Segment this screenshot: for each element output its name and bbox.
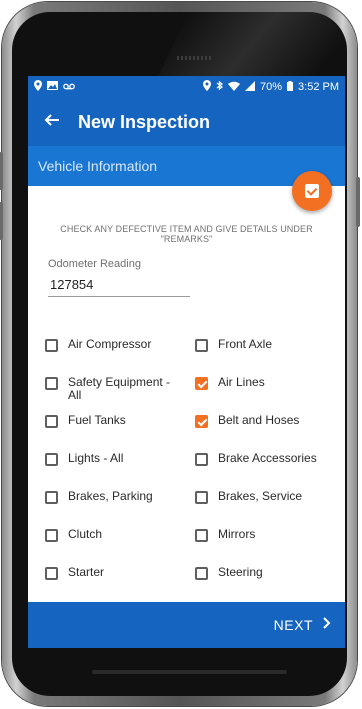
checklist-row: Lights - All Brake Accessories (45, 452, 340, 490)
location-icon (203, 80, 211, 94)
checklist-item-label: Lights - All (68, 451, 124, 465)
clock: 3:52 PM (298, 81, 339, 93)
checklist-row: Fuel Tanks Belt and Hoses (45, 414, 340, 452)
checklist-item[interactable]: Lights - All (45, 452, 186, 466)
next-label: NEXT (273, 617, 313, 633)
checklist-item[interactable]: Belt and Hoses (195, 414, 336, 428)
next-button[interactable]: NEXT (274, 616, 331, 634)
checklist-item-label: Brakes, Service (218, 489, 303, 503)
checkbox-checked[interactable] (195, 415, 208, 428)
checkbox-unchecked[interactable] (195, 453, 208, 466)
arrow-left-icon (44, 111, 60, 134)
battery-level: 70% (260, 81, 283, 93)
checklist-item-label: Fuel Tanks (68, 413, 126, 427)
checklist-item-label: Air Compressor (68, 337, 152, 351)
checkbox-unchecked[interactable] (195, 529, 208, 542)
checklist-row: Brakes, Parking Brakes, Service (45, 490, 340, 528)
checklist-item-label: Front Axle (218, 337, 273, 351)
checklist-item-label: Brakes, Parking (68, 489, 153, 503)
checklist-item[interactable]: Brakes, Service (195, 490, 336, 504)
checklist-item[interactable]: Mirrors (195, 528, 336, 542)
checklist-row: Air Compressor Front Axle (45, 338, 340, 376)
checklist-item-label: Starter (68, 565, 105, 579)
odometer-label: Odometer Reading (48, 258, 141, 270)
checklist-item[interactable]: Clutch (45, 528, 186, 542)
voicemail-icon (63, 82, 75, 93)
checkbox-unchecked[interactable] (45, 567, 58, 580)
checklist-item-label: Steering (218, 565, 263, 579)
checkbox-unchecked[interactable] (45, 415, 58, 428)
checklist-item[interactable]: Fuel Tanks (45, 414, 186, 428)
checklist-item-label: Air Lines (218, 375, 265, 389)
checklist-item-label: Brake Accessories (218, 451, 317, 465)
checkbox-unchecked[interactable] (195, 491, 208, 504)
image-icon (47, 81, 58, 93)
checkbox-unchecked[interactable] (195, 567, 208, 580)
back-button[interactable] (32, 102, 72, 142)
checklist-row: Starter Steering (45, 566, 340, 604)
page-title: New Inspection (78, 111, 211, 132)
home-indicator (92, 670, 287, 674)
checklist-item-label: Belt and Hoses (218, 413, 300, 427)
checkbox-checked[interactable] (195, 377, 208, 390)
defect-checklist: Air Compressor Front Axle Safety Equipment… (45, 338, 340, 604)
checkbox-unchecked[interactable] (195, 339, 208, 352)
checklist-item-label: Clutch (68, 527, 103, 541)
chevron-right-icon (323, 616, 331, 634)
volume-down-button (0, 202, 3, 240)
status-bar: 70% 3:52 PM (28, 76, 345, 98)
checklist-item[interactable]: Starter (45, 566, 186, 580)
volume-up-button (0, 152, 3, 190)
checklist-item[interactable]: Front Axle (195, 338, 336, 352)
checklist-row: Safety Equipment - All Air Lines (45, 376, 340, 414)
speaker-grille (177, 56, 213, 60)
power-button (356, 177, 360, 227)
checklist-item[interactable]: Steering (195, 566, 336, 580)
footer-bar: NEXT (28, 602, 345, 648)
app-screen: 70% 3:52 PM New Inspection Vehicle Infor… (28, 76, 345, 648)
instruction-text: CHECK ANY DEFECTIVE ITEM AND GIVE DETAIL… (60, 224, 313, 244)
checkbox-unchecked[interactable] (45, 491, 58, 504)
location-icon (34, 80, 42, 94)
checklist-item[interactable]: Air Lines (195, 376, 336, 390)
app-bar: New Inspection (28, 98, 345, 146)
checkbox-icon (305, 184, 319, 198)
bluetooth-icon (216, 80, 223, 94)
checkbox-unchecked[interactable] (45, 453, 58, 466)
checklist-row: Clutch Mirrors (45, 528, 340, 566)
battery-icon (287, 80, 294, 94)
checkbox-unchecked[interactable] (45, 339, 58, 352)
checkbox-unchecked[interactable] (45, 529, 58, 542)
checklist-item[interactable]: Brake Accessories (195, 452, 336, 466)
checklist-item[interactable]: Safety Equipment - All (45, 376, 186, 402)
odometer-input[interactable] (48, 272, 190, 297)
checklist-item[interactable]: Air Compressor (45, 338, 186, 352)
signal-icon (245, 80, 255, 94)
checkbox-unchecked[interactable] (45, 377, 58, 390)
checklist-item-label: Mirrors (218, 527, 256, 541)
wifi-icon (228, 81, 240, 94)
checklist-item-label: Safety Equipment - All (68, 375, 171, 402)
checklist-item[interactable]: Brakes, Parking (45, 490, 186, 504)
confirm-fab-button[interactable] (292, 171, 332, 211)
